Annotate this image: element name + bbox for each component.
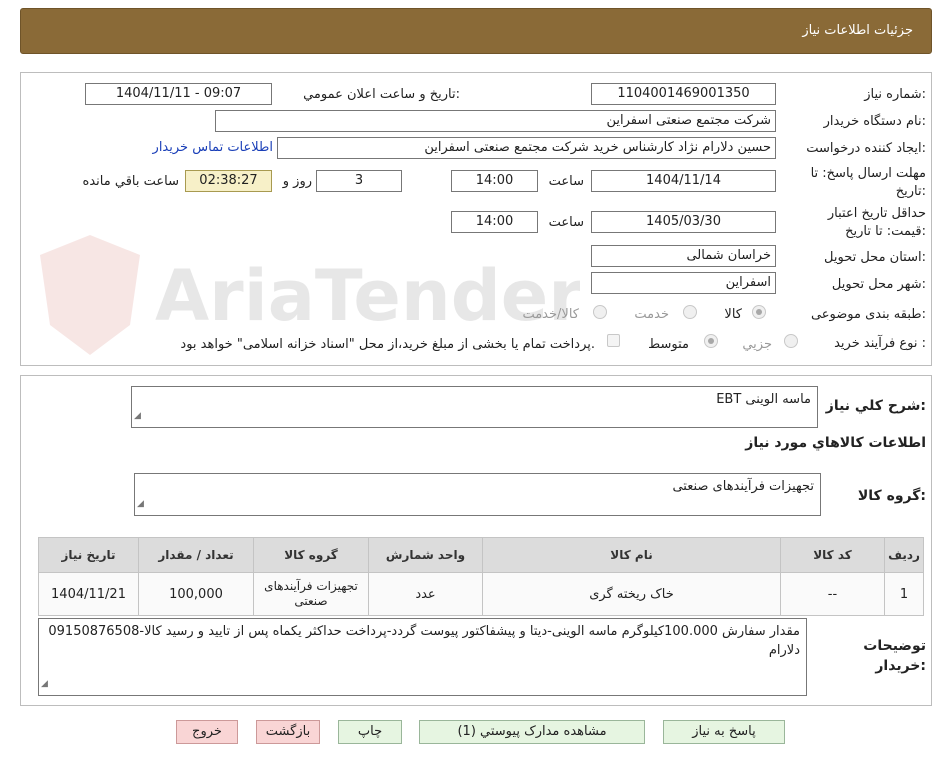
col-need-date: تاريخ نياز [38,537,139,573]
category-option-goods-service: کالا/خدمت [522,307,579,322]
announce-date-field: 1404/11/11 - 09:07 [85,83,272,105]
city-field: اسفراین [591,272,776,294]
summary-textarea[interactable]: ماسه الوینی EBT ◢ [131,386,818,428]
col-quantity: تعداد / مقدار [138,537,254,573]
summary-label: شرح كلي نياز: [825,398,926,414]
remaining-label: ساعت باقي مانده [82,174,179,189]
col-goods-name: نام کالا [482,537,781,573]
need-number-field: 1104001469001350 [591,83,776,105]
buyer-notes-label-line2: خریدار: [875,658,926,674]
category-radio-goods[interactable] [752,305,766,319]
announce-date-label: تاریخ و ساعت اعلان عمومي: [303,87,460,102]
goods-info-title: اطلاعات كالاهاي مورد نياز [745,435,926,451]
days-label: روز و [282,174,312,189]
goods-group-textarea[interactable]: تجهیزات فرآیندهای صنعتی ◢ [134,473,821,516]
col-unit: واحد شمارش [368,537,483,573]
page-header: جزئیات اطلاعات نیاز [20,8,932,54]
deadline-label-line1: مهلت ارسال پاسخ: تا [810,166,926,181]
category-radio-service[interactable] [683,305,697,319]
process-radio-medium[interactable] [704,334,718,348]
goods-table: رديف کد کالا نام کالا واحد شمارش گروه کا… [38,537,924,616]
requester-field: حسین دلارام نژاد کارشناس خرید شرکت مجتمع… [277,137,776,159]
process-option-medium: متوسط [648,337,689,352]
table-row: 1 -- خاک ریخته گری عدد تجهیزات فرآیندهای… [38,572,924,616]
svg-text:AriaTender.neT: AriaTender.neT [155,255,580,337]
validity-date-field: 1405/03/30 [591,211,776,233]
deadline-label-line2: تاریخ: [895,184,926,199]
treasury-note: پرداخت تمام یا بخشی از مبلغ خرید،از محل … [180,337,595,352]
page-title: جزئیات اطلاعات نیاز [802,23,913,38]
category-option-service: خدمت [634,307,669,322]
requester-label: ایجاد کننده درخواست: [806,141,926,156]
summary-text: ماسه الوینی EBT [716,392,811,407]
cell-goods-group: تجهیزات فرآیندهای صنعتی [253,572,369,616]
deadline-time-field: 14:00 [451,170,538,192]
resize-grip-icon[interactable]: ◢ [41,675,48,694]
province-label: استان محل تحویل: [824,250,926,265]
process-radio-minor[interactable] [784,334,798,348]
cell-need-date: 1404/11/21 [38,572,139,616]
category-radio-goods-service[interactable] [593,305,607,319]
validity-label-line1: حداقل تاریخ اعتبار [827,206,926,221]
validity-time-label: ساعت [548,215,584,230]
respond-button[interactable]: پاسخ به نياز [663,720,785,744]
col-goods-group: گروه کالا [253,537,369,573]
treasury-checkbox[interactable] [607,334,620,347]
view-attachments-button[interactable]: مشاهده مدارک پیوستي (1) [419,720,645,744]
resize-grip-icon[interactable]: ◢ [134,407,141,426]
back-button[interactable]: بازگشت [256,720,320,744]
deadline-date-field: 1404/11/14 [591,170,776,192]
deadline-days-field: 3 [316,170,402,192]
validity-time-field: 14:00 [451,211,538,233]
exit-button[interactable]: خروج [176,720,238,744]
process-option-minor: جزیي [742,337,772,352]
category-option-goods: کالا [724,307,742,322]
validity-label-line2: قیمت: تا تاریخ: [845,224,926,239]
buyer-org-field: شرکت مجتمع صنعتی اسفراین [215,110,776,132]
remaining-time-field: 02:38:27 [185,170,272,192]
buyer-contact-link[interactable]: اطلاعات تماس خریدار [153,140,273,155]
goods-group-text: تجهیزات فرآیندهای صنعتی [672,479,814,494]
buyer-org-label: نام دستگاه خریدار: [823,114,926,129]
cell-quantity: 100,000 [138,572,254,616]
buyer-notes-textarea[interactable]: مقدار سفارش 100.000کیلوگرم ماسه الوینی-د… [38,618,807,696]
need-number-label: شماره نیاز: [864,87,926,102]
print-button[interactable]: چاپ [338,720,402,744]
category-label: طبقه بندی موضوعی: [810,307,926,322]
city-label: شهر محل تحویل: [831,277,926,292]
province-field: خراسان شمالی [591,245,776,267]
buyer-notes-text: مقدار سفارش 100.000کیلوگرم ماسه الوینی-د… [48,624,800,658]
resize-grip-icon[interactable]: ◢ [137,495,144,514]
goods-group-label: گروه کالا: [857,488,926,504]
cell-unit: عدد [368,572,483,616]
process-type-label: نوع فرآیند خرید : [834,336,926,351]
table-header-row: رديف کد کالا نام کالا واحد شمارش گروه کا… [38,537,924,573]
col-row-number: رديف [884,537,924,573]
cell-row-number: 1 [884,572,924,616]
deadline-time-label: ساعت [548,174,584,189]
buyer-notes-label-line1: توضیحات [863,638,926,654]
cell-goods-code: -- [780,572,885,616]
col-goods-code: کد کالا [780,537,885,573]
cell-goods-name: خاک ریخته گری [482,572,781,616]
